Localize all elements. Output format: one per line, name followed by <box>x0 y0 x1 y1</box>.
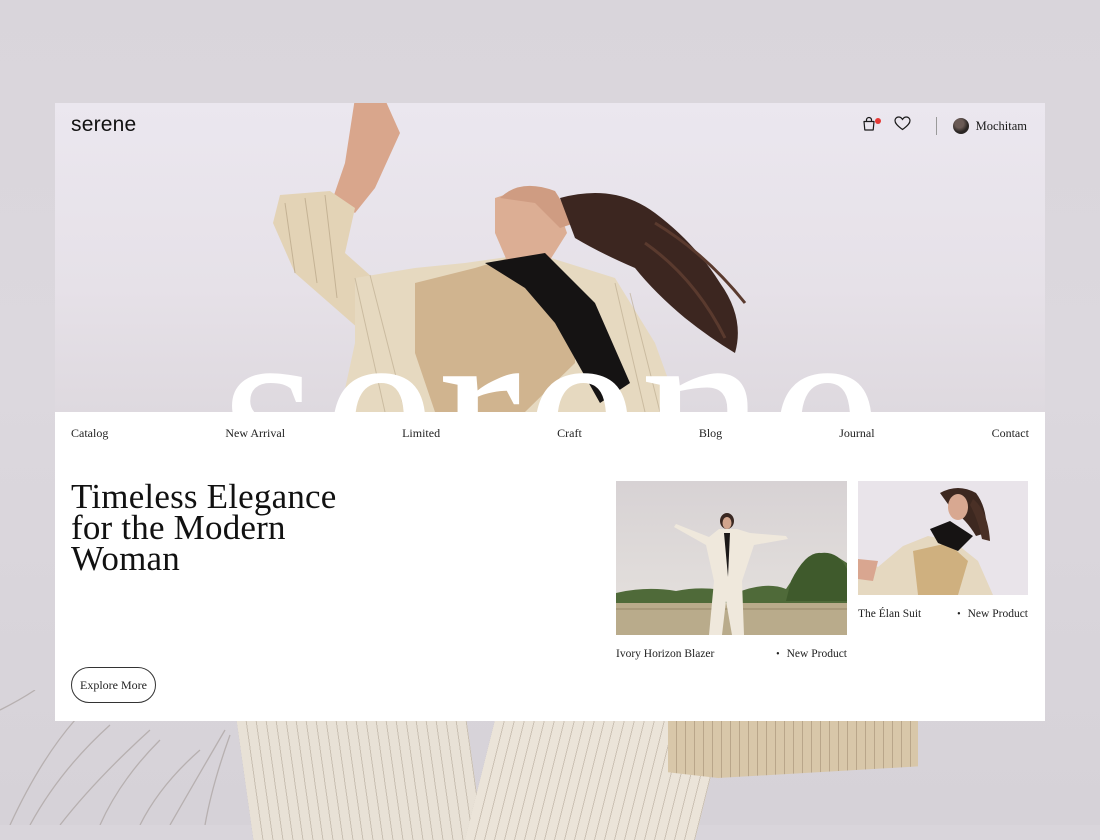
nav-item-journal[interactable]: Journal <box>839 426 874 441</box>
product-card-ivory-horizon-blazer[interactable]: Ivory Horizon Blazer New Product <box>616 481 847 660</box>
user-name[interactable]: Mochitam <box>976 119 1027 134</box>
header-actions: Mochitam <box>850 116 1027 136</box>
nav-item-catalog[interactable]: Catalog <box>71 426 108 441</box>
product-tag: New Product <box>957 608 1028 620</box>
cart-notification-dot <box>874 118 881 124</box>
background-coat-tail <box>668 720 918 778</box>
site-logo[interactable]: serene <box>71 111 136 139</box>
hero-brand-wordmark: serene <box>221 269 885 413</box>
product-meta: The Élan Suit New Product <box>858 608 1028 620</box>
background-trouser-left <box>236 720 484 840</box>
product-photo-suit <box>858 481 1028 595</box>
main-card: serene serene Mochitam Catalog New Arriv <box>55 103 1045 721</box>
nav-item-craft[interactable]: Craft <box>557 426 582 441</box>
explore-more-button[interactable]: Explore More <box>71 667 156 703</box>
product-name[interactable]: The Élan Suit <box>858 608 921 620</box>
nav-item-contact[interactable]: Contact <box>992 426 1029 441</box>
product-card-elan-suit[interactable]: The Élan Suit New Product <box>858 481 1028 620</box>
user-avatar[interactable] <box>952 118 969 134</box>
nav-item-blog[interactable]: Blog <box>699 426 722 441</box>
product-photo-blazer <box>616 481 847 635</box>
hero-banner: serene serene Mochitam <box>55 103 1045 412</box>
product-name[interactable]: Ivory Horizon Blazer <box>616 648 714 660</box>
cart-button[interactable] <box>861 116 883 136</box>
nav-item-new-arrival[interactable]: New Arrival <box>225 426 285 441</box>
nav-item-limited[interactable]: Limited <box>402 426 440 441</box>
heart-icon <box>894 116 911 131</box>
hero-headline: Timeless Elegance for the Modern Woman <box>71 477 337 578</box>
shopping-bag-icon <box>863 116 875 131</box>
product-tag: New Product <box>776 648 847 660</box>
product-image[interactable] <box>858 481 1028 595</box>
product-image[interactable] <box>616 481 847 635</box>
header-divider <box>935 117 937 135</box>
main-nav: Catalog New Arrival Limited Craft Blog J… <box>71 424 1029 442</box>
product-meta: Ivory Horizon Blazer New Product <box>616 648 847 660</box>
wishlist-button[interactable] <box>894 116 916 136</box>
